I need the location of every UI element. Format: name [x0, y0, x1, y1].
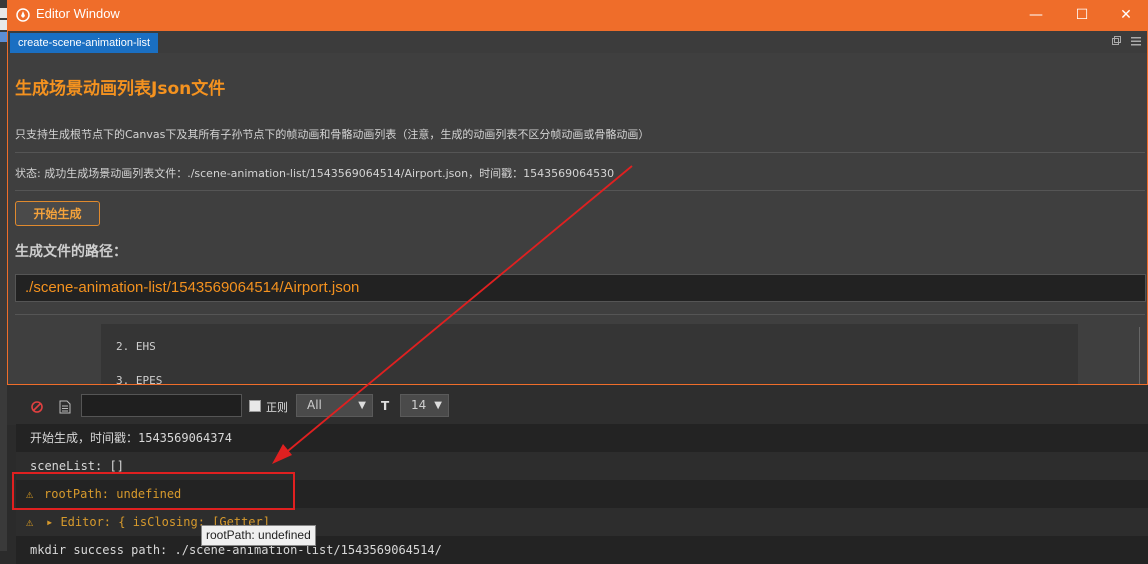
- path-field[interactable]: ./scene-animation-list/1543569064514/Air…: [15, 274, 1146, 302]
- log-row-warning[interactable]: ⚠ ▸ Editor: { isClosing: [Getter]: [16, 508, 1148, 536]
- description-text: 只支持生成根节点下的Canvas下及其所有子孙节点下的帧动画和骨骼动画列表（注意…: [15, 128, 650, 141]
- log-row[interactable]: mkdir success path: ./scene-animation-li…: [16, 536, 1148, 564]
- maximize-button[interactable]: ☐: [1060, 0, 1104, 31]
- font-size-value: 14: [411, 398, 427, 412]
- code-block: 2. EHS 3. EPES: [101, 324, 1078, 384]
- tab-create-scene-animation-list[interactable]: create-scene-animation-list: [10, 33, 159, 53]
- code-line: 3. EPES: [116, 374, 163, 384]
- warning-icon: ⚠: [26, 515, 34, 529]
- console-panel: 正则 All ▼ T 14 ▼ 开始生成，时间戳：1543569064374 s…: [7, 385, 1148, 564]
- divider: [15, 314, 1145, 315]
- document-icon[interactable]: [59, 400, 71, 414]
- chevron-down-icon: ▼: [358, 400, 366, 411]
- regex-checkbox[interactable]: [249, 400, 261, 412]
- console-toolbar: 正则 All ▼ T 14 ▼: [7, 385, 1148, 425]
- log-level-value: All: [307, 398, 322, 412]
- status-text: 状态: 成功生成场景动画列表文件：./scene-animation-list/…: [15, 167, 615, 180]
- log-text: 开始生成，时间戳：1543569064374: [30, 431, 232, 445]
- close-button[interactable]: ✕: [1104, 0, 1148, 31]
- font-size-icon: T: [381, 399, 390, 413]
- window-title: Editor Window: [36, 6, 120, 21]
- chevron-down-icon: ▼: [434, 400, 442, 411]
- popout-icon[interactable]: [1112, 36, 1121, 45]
- generate-button[interactable]: 开始生成: [15, 201, 100, 226]
- menu-icon[interactable]: [1131, 36, 1141, 46]
- divider: [15, 152, 1145, 153]
- panel-content: 生成场景动画列表Json文件 只支持生成根节点下的Canvas下及其所有子孙节点…: [8, 53, 1147, 384]
- annotation-highlight-box: [12, 472, 295, 510]
- divider: [15, 190, 1145, 191]
- clear-icon[interactable]: [31, 401, 43, 413]
- tooltip: rootPath: undefined: [201, 525, 316, 546]
- path-label: 生成文件的路径：: [15, 244, 127, 260]
- regex-label: 正则: [266, 401, 288, 414]
- background-window-strip: [0, 0, 7, 551]
- app-logo-icon: [16, 8, 30, 22]
- title-bar[interactable]: Editor Window — ☐ ✕: [7, 0, 1148, 31]
- log-level-select[interactable]: All ▼: [296, 394, 373, 417]
- editor-window: Editor Window — ☐ ✕ create-scene-animati…: [7, 0, 1148, 385]
- minimize-button[interactable]: —: [1014, 0, 1058, 31]
- scrollbar-track[interactable]: [1139, 327, 1140, 384]
- font-size-select[interactable]: 14 ▼: [400, 394, 449, 417]
- log-row[interactable]: 开始生成，时间戳：1543569064374: [16, 424, 1148, 452]
- code-line: 2. EHS: [116, 340, 156, 353]
- filter-input[interactable]: [81, 394, 242, 417]
- page-title: 生成场景动画列表Json文件: [15, 79, 226, 99]
- tab-bar: create-scene-animation-list: [8, 31, 1147, 53]
